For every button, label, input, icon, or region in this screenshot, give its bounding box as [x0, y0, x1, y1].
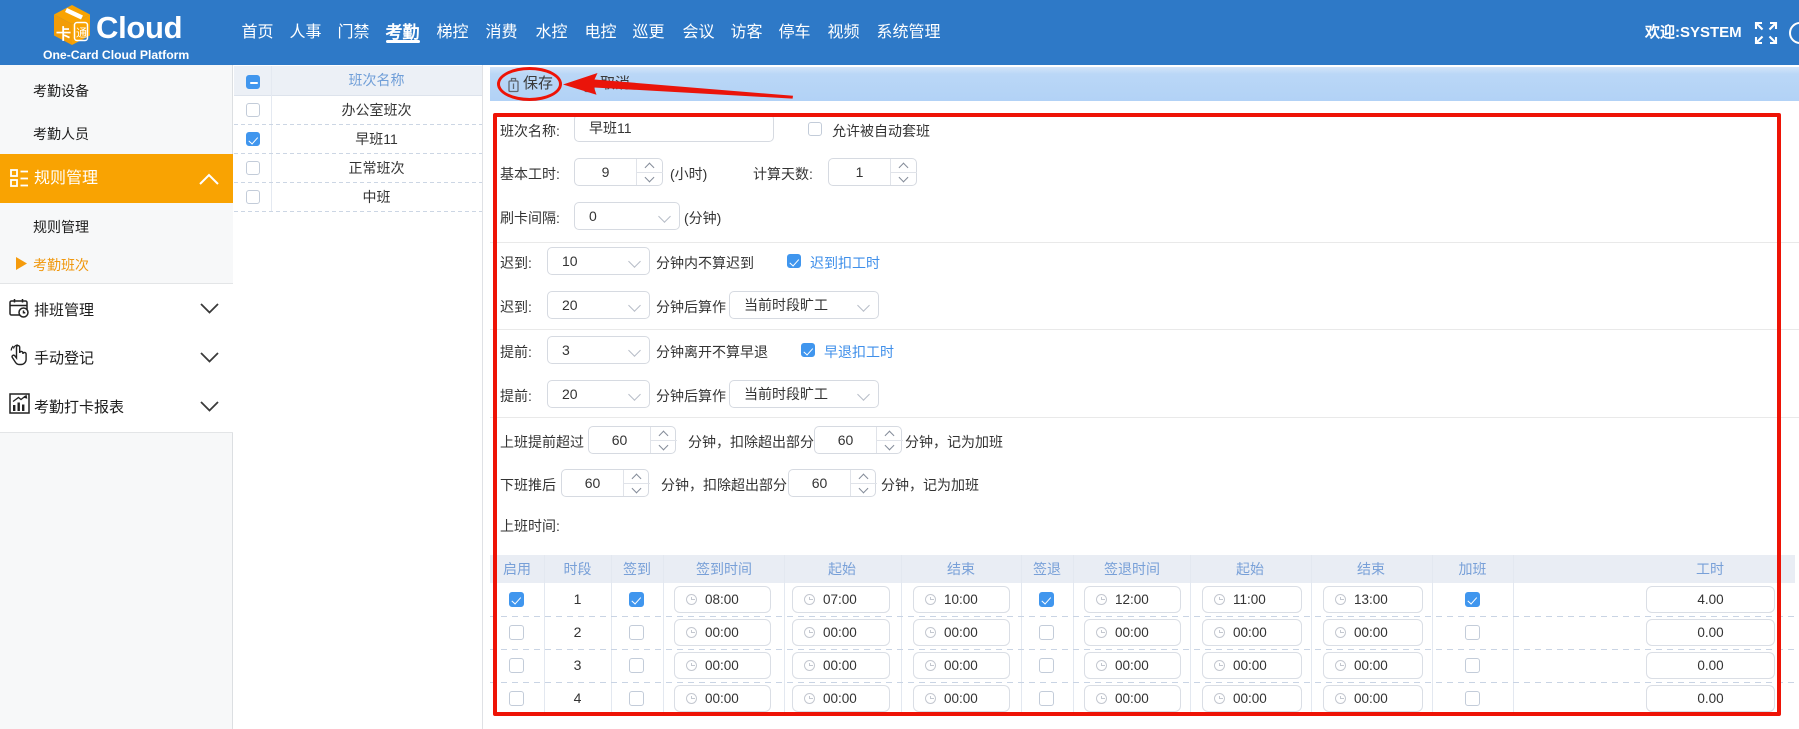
svg-text:卡: 卡	[56, 25, 71, 43]
svg-text:通: 通	[76, 27, 87, 40]
